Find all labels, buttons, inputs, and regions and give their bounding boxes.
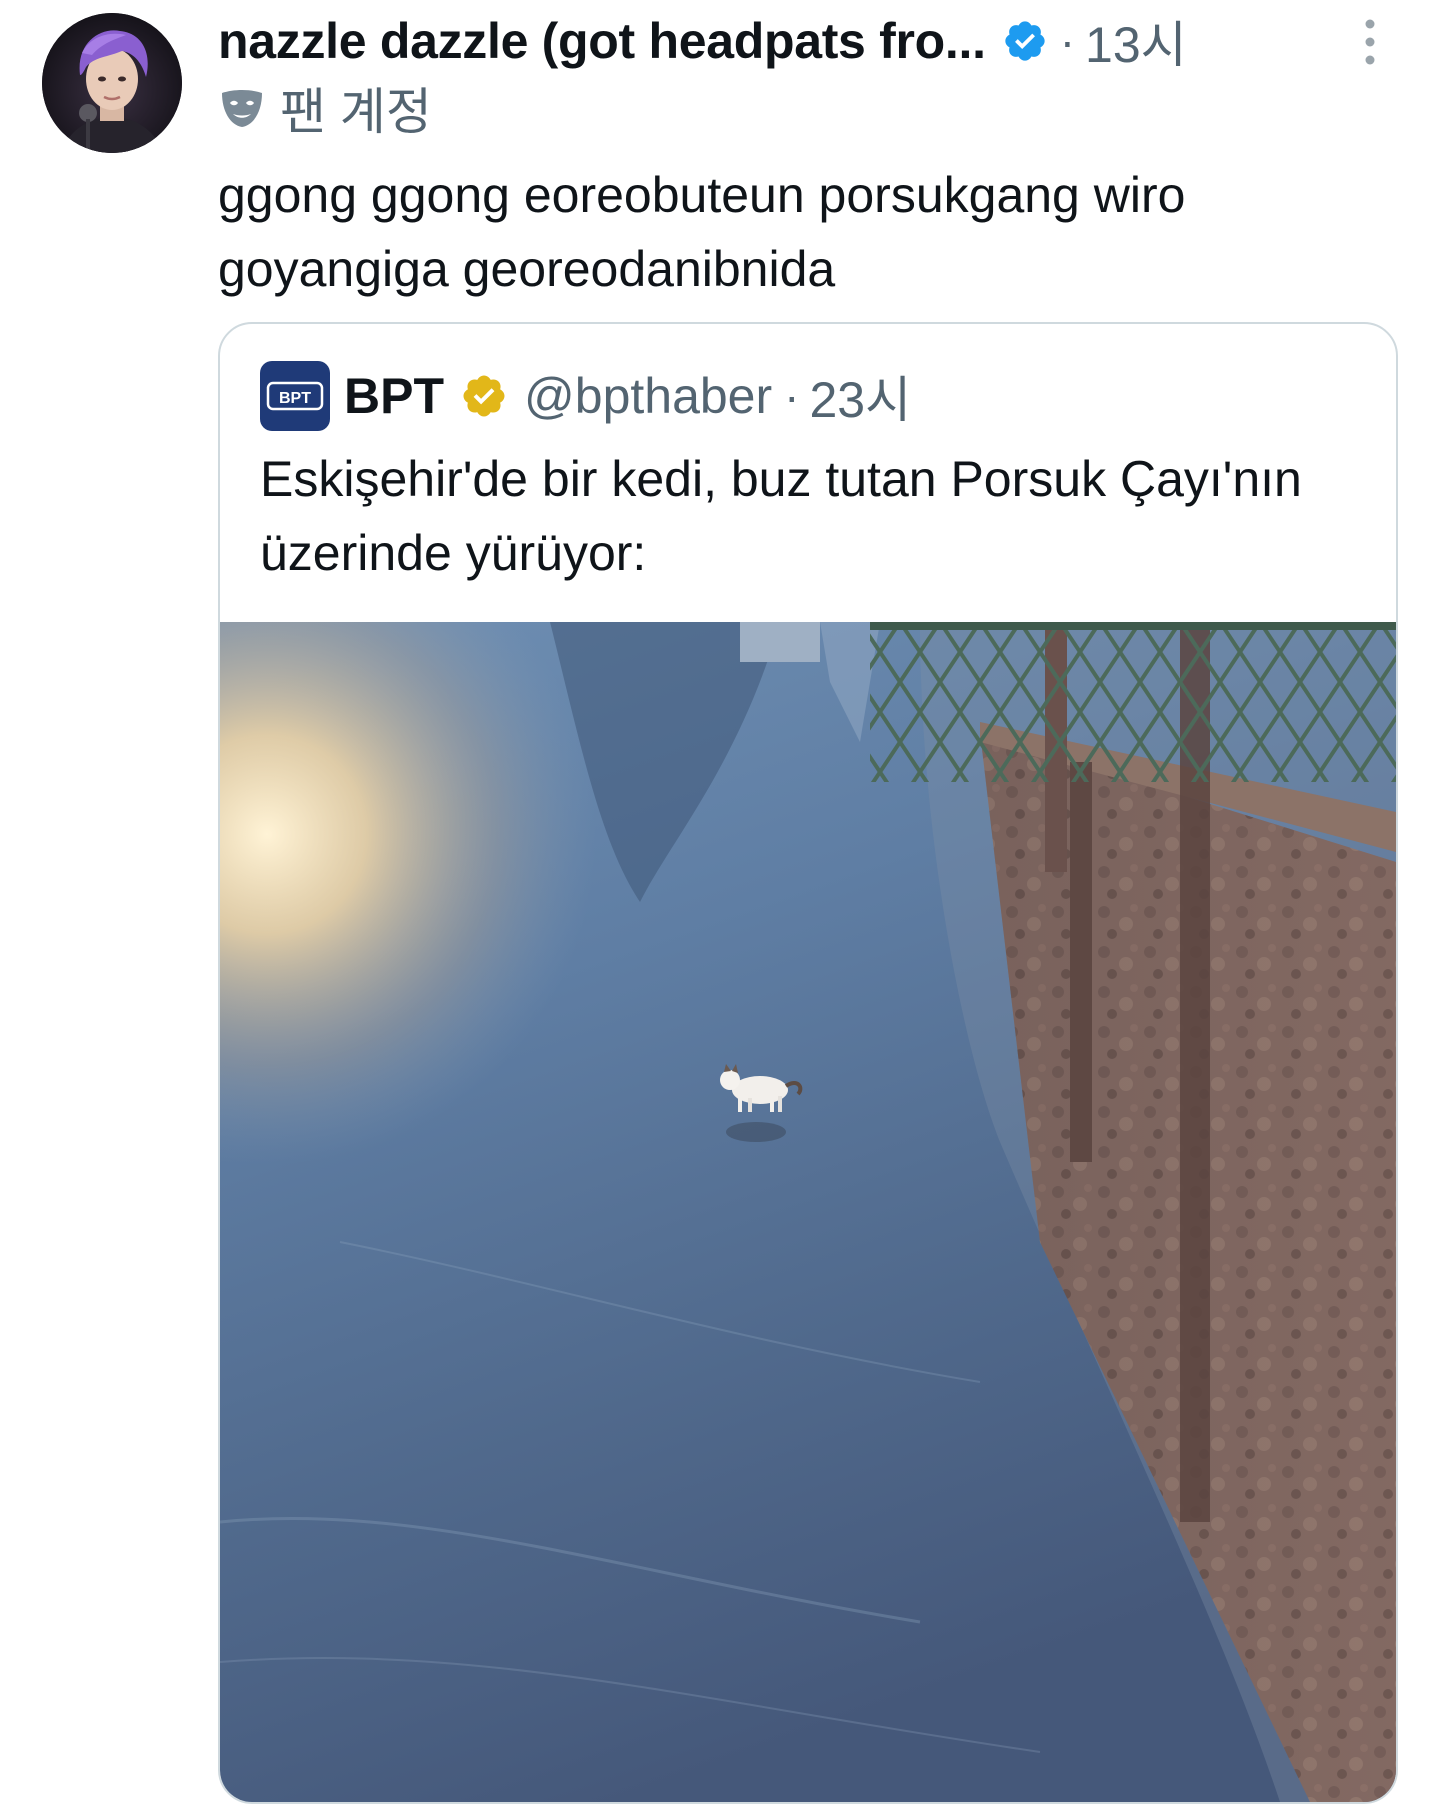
post-body-text: ggong ggong eoreobuteun porsukgang wiro … (218, 167, 1186, 297)
account-label-text: 팬 계정 (280, 84, 432, 140)
gold-verified-badge-icon[interactable] (460, 372, 508, 420)
quoted-author-display-name[interactable]: BPT (344, 367, 444, 425)
quoted-author-handle[interactable]: @bpthaber (524, 367, 772, 425)
quoted-author-avatar[interactable]: BPT (260, 361, 330, 431)
avatar[interactable] (42, 13, 182, 153)
quoted-post-card[interactable]: BPT BPT @bpthaber · 23시 Eskişehir'de bir… (218, 322, 1398, 1804)
verified-badge-icon[interactable] (1002, 18, 1048, 64)
more-options-icon[interactable] (1355, 16, 1385, 68)
quoted-post-timestamp[interactable]: 23시 (809, 360, 911, 432)
quoted-post-body-text: Eskişehir'de bir kedi, buz tutan Porsuk … (260, 451, 1302, 581)
quoted-post-header: BPT BPT @bpthaber · 23시 (260, 360, 911, 432)
author-display-name[interactable]: nazzle dazzle (got headpats fro... (218, 12, 986, 70)
meta-separator: · (1059, 15, 1076, 67)
post-timestamp[interactable]: 13시 (1085, 5, 1187, 77)
post-author-row: nazzle dazzle (got headpats fro... · 13시 (218, 10, 1187, 73)
account-label: 팬 계정 (218, 80, 432, 140)
quoted-author-logo-text: BPT (279, 390, 311, 407)
mask-icon (218, 87, 266, 129)
quoted-post-photo[interactable] (220, 622, 1396, 1802)
quoted-meta-separator: · (784, 370, 800, 422)
